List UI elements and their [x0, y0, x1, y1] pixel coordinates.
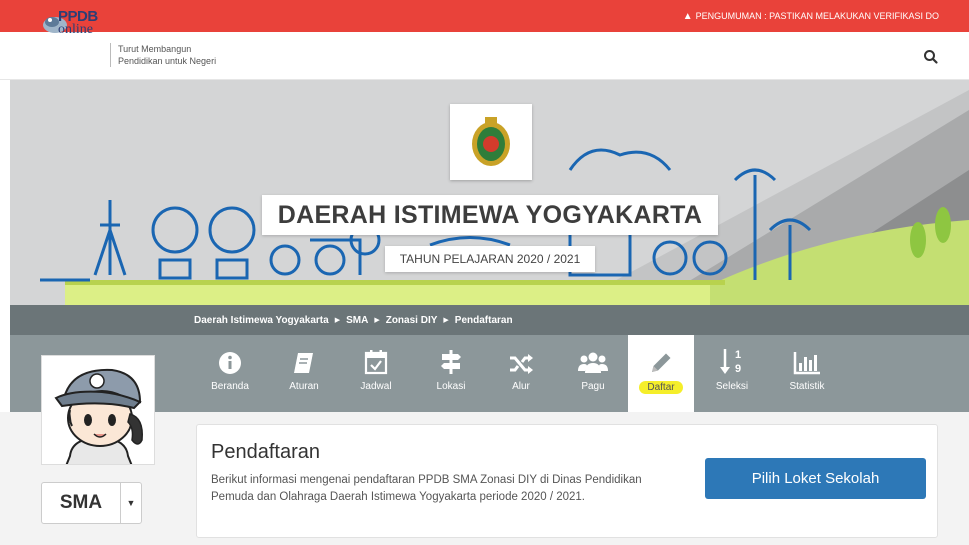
menu-item-beranda[interactable]: Beranda — [195, 335, 265, 412]
breadcrumb: Daerah Istimewa Yogyakarta ▶ SMA ▶ Zonas… — [10, 305, 969, 335]
choose-school-counter-button[interactable]: Pilih Loket Sekolah — [705, 458, 926, 499]
menu-item-daftar[interactable]: Daftar — [628, 335, 694, 412]
chevron-right-icon: ▶ — [443, 317, 449, 324]
tagline-line2: Pendidikan untuk Negeri — [118, 56, 217, 66]
ppdb-logo[interactable]: PPDB online — [42, 8, 108, 38]
crest-icon — [472, 117, 510, 166]
level-select[interactable]: SMA ▼ — [41, 482, 142, 524]
menu-label: Lokasi — [436, 381, 466, 392]
signpost-icon — [441, 350, 461, 374]
menu-label: Jadwal — [360, 381, 392, 392]
chevron-right-icon: ▶ — [334, 317, 341, 324]
menu-item-pagu[interactable]: Pagu — [558, 335, 628, 412]
shuffle-icon — [510, 354, 533, 374]
menu-item-aturan[interactable]: Aturan — [269, 335, 339, 412]
menu-item-jadwal[interactable]: Jadwal — [341, 335, 411, 412]
users-icon — [578, 352, 608, 373]
announcement-bar[interactable]: ▲ PENGUMUMAN : PASTIKAN MELAKUKAN VERIFI… — [0, 0, 969, 32]
card-title: Pendaftaran — [211, 441, 320, 463]
menu-label: Statistik — [789, 381, 825, 392]
chevron-right-icon: ▶ — [374, 317, 380, 324]
card-description: Berikut informasi mengenai pendaftaran P… — [211, 474, 642, 503]
search-button[interactable] — [920, 46, 942, 68]
menu-label: Aturan — [289, 381, 319, 392]
menu-label: Seleksi — [715, 381, 749, 392]
banner-title: DAERAH ISTIMEWA YOGYAKARTA — [262, 195, 718, 235]
breadcrumb-item[interactable]: Zonasi DIY — [386, 315, 438, 326]
sort-numeric-icon: 19 — [720, 349, 741, 375]
bar-chart-icon — [793, 352, 820, 375]
registration-card: Pendaftaran Berikut informasi mengenai p… — [196, 424, 938, 538]
search-icon — [924, 50, 938, 64]
calendar-check-icon — [364, 350, 388, 375]
logo-text-bottom: online — [58, 22, 93, 37]
menu-label: Alur — [512, 381, 530, 392]
pencil-icon — [652, 353, 671, 372]
breadcrumb-item[interactable]: Pendaftaran — [455, 315, 513, 326]
banner-subtitle: TAHUN PELAJARAN 2020 / 2021 — [385, 246, 595, 272]
info-icon — [219, 352, 241, 374]
breadcrumb-item[interactable]: SMA — [346, 315, 368, 326]
tagline: Turut Membangun Pendidikan untuk Negeri — [110, 43, 216, 67]
menu-label: Beranda — [211, 381, 249, 392]
menu-label: Daftar — [639, 381, 683, 394]
menu-label: Pagu — [581, 381, 605, 392]
province-emblem — [450, 104, 532, 180]
student-illustration — [42, 356, 154, 464]
book-icon — [294, 353, 313, 373]
menu-item-seleksi[interactable]: 19 Seleksi — [702, 335, 762, 412]
level-select-value[interactable]: SMA — [42, 483, 121, 523]
svg-text:9: 9 — [735, 363, 741, 375]
breadcrumb-item[interactable]: Daerah Istimewa Yogyakarta — [194, 315, 329, 326]
caret-down-icon[interactable]: ▼ — [121, 483, 141, 523]
warning-icon: ▲ — [682, 10, 693, 22]
tagline-line1: Turut Membangun — [118, 44, 192, 54]
svg-text:1: 1 — [735, 349, 741, 361]
menu-item-statistik[interactable]: Statistik — [772, 335, 842, 412]
menu-item-lokasi[interactable]: Lokasi — [416, 335, 486, 412]
menu-item-alur[interactable]: Alur — [486, 335, 556, 412]
student-avatar — [41, 355, 155, 465]
announcement-text: PENGUMUMAN : PASTIKAN MELAKUKAN VERIFIKA… — [695, 11, 939, 21]
